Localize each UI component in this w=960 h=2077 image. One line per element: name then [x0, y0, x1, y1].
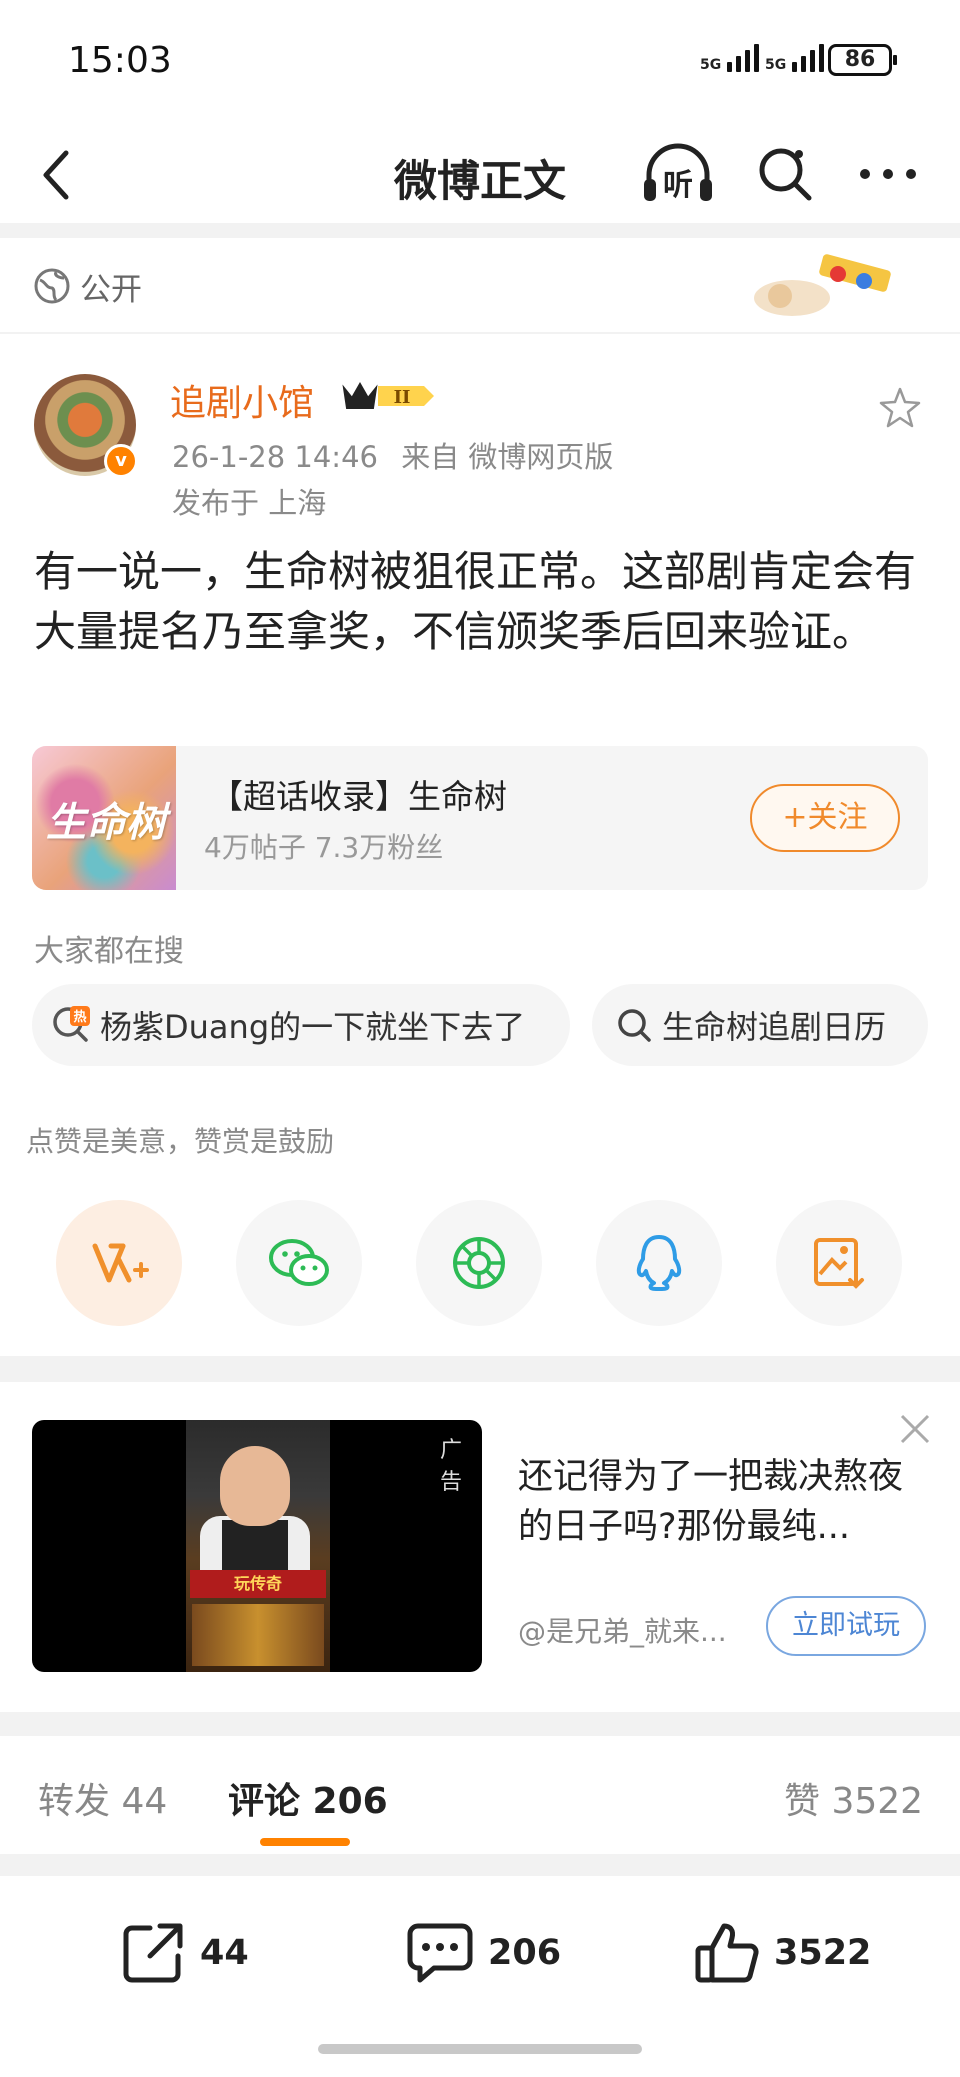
search-icon	[618, 1009, 651, 1042]
trending-search-text: 杨紫Duang的一下就坐下去了	[100, 1008, 526, 1046]
visibility-label: 公开	[80, 272, 142, 308]
reward-icon	[92, 1243, 149, 1283]
visibility-row: 公开	[0, 238, 960, 332]
svg-text:听: 听	[663, 168, 693, 203]
topic-title: 【超话收录】生命树	[210, 777, 507, 816]
moments-icon	[453, 1237, 505, 1289]
battery-icon: 86	[828, 44, 897, 76]
decorative-sticker-icon	[754, 254, 891, 316]
more-dots-icon	[860, 169, 916, 179]
member-level-badge[interactable]: II	[340, 378, 438, 414]
topic-stats: 4万帖子 7.3万粉丝	[204, 831, 444, 864]
like-count: 3522	[774, 1933, 872, 1973]
follow-topic-button[interactable]: +关注	[750, 784, 900, 852]
tab-likes[interactable]: 赞 3522	[784, 1772, 923, 1824]
close-icon[interactable]	[898, 1412, 932, 1446]
post-source: 来自 微博网页版	[401, 440, 614, 474]
ad-media-banner: 玩传奇	[190, 1570, 326, 1598]
trending-search-text: 生命树追剧日历	[662, 1008, 887, 1046]
post-author[interactable]: 追剧小馆	[170, 374, 314, 426]
post-card: v 追剧小馆 II 26-1-28 14:46 来自 微博网页版 发布于 上海 …	[0, 334, 960, 1356]
svg-text:热: 热	[73, 1009, 86, 1025]
status-time: 15:03	[68, 40, 172, 81]
headphones-icon: 听	[644, 143, 712, 203]
ad-label: 广告	[440, 1438, 463, 1495]
comment-count: 206	[488, 1933, 562, 1973]
verified-badge-icon: v	[104, 444, 138, 478]
ad-cta-button[interactable]: 立即试玩	[766, 1596, 926, 1656]
svg-text:II: II	[394, 387, 411, 408]
signal-icon-1: 5G	[700, 44, 760, 72]
more-button[interactable]	[852, 141, 924, 207]
reward-hint: 点赞是美意，赞赏是鼓励	[26, 1125, 335, 1158]
qq-icon	[636, 1235, 682, 1291]
tab-reposts[interactable]: 转发 44	[38, 1772, 167, 1824]
trending-search-chip[interactable]: 生命树追剧日历	[592, 984, 928, 1066]
ad-card[interactable]: 玩传奇 广告 还记得为了一把裁决熬夜的日子吗?那份最纯... @是兄弟_就来..…	[0, 1382, 960, 1712]
topic-cover-text: 生命树	[46, 800, 166, 846]
search-button[interactable]	[752, 141, 818, 207]
wechat-icon	[269, 1239, 329, 1286]
status-bar: 15:03 5G 5G 86	[0, 0, 960, 125]
ad-source[interactable]: @是兄弟_就来...	[518, 1610, 727, 1650]
share-wechat-button[interactable]	[236, 1200, 362, 1326]
tab-comments[interactable]: 评论 206	[228, 1772, 388, 1824]
share-qq-button[interactable]	[596, 1200, 722, 1326]
repost-count: 44	[200, 1933, 249, 1973]
post-body: 有一说一，生命树被狙很正常。这部剧肯定会有大量提名乃至拿奖，不信颁奖季后回来验证…	[34, 547, 917, 656]
crown-icon: II	[342, 381, 434, 409]
post-timestamp: 26-1-28 14:46	[172, 440, 378, 474]
reward-button[interactable]	[56, 1200, 182, 1326]
signal-icon-2: 5G	[765, 44, 825, 72]
active-tab-indicator	[260, 1838, 350, 1846]
save-image-button[interactable]	[776, 1200, 902, 1326]
like-button[interactable]: 3522	[694, 1920, 871, 1986]
trending-search-chip[interactable]: 热 杨紫Duang的一下就坐下去了	[32, 984, 570, 1066]
repost-button[interactable]: 44	[120, 1920, 249, 1986]
ad-video[interactable]: 玩传奇 广告	[32, 1420, 482, 1672]
favorite-star-icon[interactable]	[878, 386, 922, 430]
hot-search-icon: 热	[53, 1006, 90, 1042]
globe-icon	[34, 268, 70, 304]
nav-bar: 微博正文 听	[0, 125, 960, 223]
comment-icon	[407, 1923, 473, 1983]
post-meta: 26-1-28 14:46 来自 微博网页版	[172, 434, 613, 476]
ad-title[interactable]: 还记得为了一把裁决熬夜的日子吗?那份最纯...	[518, 1452, 928, 1552]
search-icon	[759, 148, 812, 201]
save-image-icon	[814, 1238, 864, 1289]
share-icon	[123, 1923, 183, 1983]
interaction-tabs: 转发 44 评论 206 赞 3522	[0, 1736, 960, 1854]
trending-search-heading: 大家都在搜	[34, 934, 184, 969]
post-location: 发布于 上海	[172, 486, 327, 520]
bottom-action-bar: 44 206 3522	[0, 1876, 960, 2077]
comment-button[interactable]: 206	[406, 1920, 561, 1986]
home-indicator[interactable]	[318, 2044, 642, 2054]
listen-button[interactable]: 听	[640, 141, 716, 207]
like-icon	[695, 1923, 759, 1983]
share-moments-button[interactable]	[416, 1200, 542, 1326]
super-topic-card[interactable]: 生命树 【超话收录】生命树 4万帖子 7.3万粉丝 +关注	[32, 746, 928, 890]
